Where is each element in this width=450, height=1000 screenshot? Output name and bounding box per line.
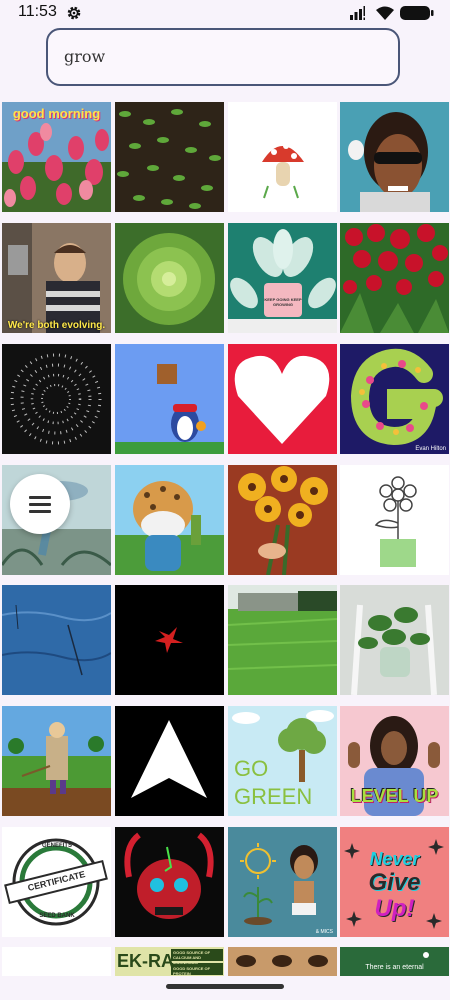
status-time: 11:53 — [18, 3, 57, 20]
result-tile-ekra[interactable]: EK-RA GOOD SOURCE OF CALCIUM AND MAGNESI… — [115, 947, 224, 976]
tile-caption-evolving: We're both evolving. — [7, 320, 106, 331]
result-tile-leopard-hat-character[interactable] — [115, 465, 224, 575]
result-tile-arrow-up[interactable] — [115, 706, 224, 816]
result-tile-mushroom[interactable] — [228, 102, 337, 212]
search-input[interactable]: grow — [46, 28, 400, 86]
tile-caption-eternal: There is an eternal — [365, 964, 424, 971]
result-tile-farmer-game[interactable] — [2, 706, 111, 816]
result-tile-go-green[interactable]: GO GREEN — [228, 706, 337, 816]
search-bar: grow — [0, 26, 450, 101]
result-tile-evolving[interactable]: We're both evolving. — [2, 223, 111, 333]
tile-caption-watermark: & MICS — [315, 929, 333, 935]
home-indicator[interactable] — [166, 984, 284, 989]
tile-caption-calcium: GOOD SOURCE OF CALCIUM AND MAGNESIUM — [173, 950, 211, 965]
result-tile-eyes[interactable] — [228, 947, 337, 976]
battery-icon — [400, 6, 434, 20]
result-tile-neon-skull[interactable] — [115, 827, 224, 937]
tile-caption-seed-bank: SEED BANK — [39, 913, 75, 919]
result-tile-eternal[interactable]: There is an eternal — [340, 947, 449, 976]
tile-caption-protein: GOOD SOURCE OF PROTEIN — [173, 966, 211, 976]
gear-icon — [67, 6, 81, 20]
result-tile-flower-pot-drawing[interactable] — [340, 465, 449, 575]
tile-caption-green: GREEN — [234, 784, 313, 809]
signal-icon — [350, 6, 365, 20]
tile-caption-level-up: LEVEL UP — [350, 786, 439, 806]
result-tile-partial-1[interactable] — [2, 947, 111, 976]
menu-button[interactable] — [10, 474, 70, 534]
hamburger-menu-icon — [29, 496, 51, 499]
status-bar: 11:53 — [0, 0, 450, 26]
tile-caption-evan-hilton: Evan Hilton — [415, 446, 446, 452]
result-tile-red-flowers[interactable] — [340, 223, 449, 333]
result-tile-yellow-flowers[interactable] — [228, 465, 337, 575]
search-input-value: grow — [64, 47, 106, 66]
tile-caption-up: Up! — [374, 895, 415, 922]
result-tile-child-sprout[interactable]: & MICS — [228, 827, 337, 937]
tile-caption-good-morning: good morning — [12, 106, 101, 121]
system-icons — [350, 6, 434, 20]
result-tile-heart[interactable] — [228, 344, 337, 454]
tile-caption-keep-going: KEEP GOING KEEP GROWING — [264, 297, 302, 307]
result-tile-dot-spiral[interactable] — [2, 344, 111, 454]
result-tile-pixel-penguin[interactable] — [115, 344, 224, 454]
result-tile-seed-certificate[interactable]: GENEFITS CERTIFICATE SEED BANK — [2, 827, 111, 937]
result-tile-sunglasses-man[interactable] — [340, 102, 449, 212]
results-grid: good morning We're both evolving. KEEP G… — [0, 101, 450, 976]
tile-caption-never: Never — [369, 849, 420, 869]
result-tile-tulips[interactable]: good morning — [2, 102, 111, 212]
result-tile-grass-field[interactable] — [228, 585, 337, 695]
tile-caption-give: Give — [368, 869, 421, 896]
result-tile-water[interactable] — [2, 585, 111, 695]
result-tile-keep-growing-plant[interactable]: KEEP GOING KEEP GROWING — [228, 223, 337, 333]
result-tile-level-up[interactable]: LEVEL UP — [340, 706, 449, 816]
wifi-icon — [376, 6, 394, 20]
result-tile-flower-g[interactable]: Evan Hilton — [340, 344, 449, 454]
result-tile-lettuce[interactable] — [115, 223, 224, 333]
tile-caption-go: GO — [234, 756, 269, 781]
result-tile-seedlings[interactable] — [115, 102, 224, 212]
tile-caption-ekra: EK-RA — [117, 951, 174, 971]
result-tile-jar-plant[interactable] — [340, 585, 449, 695]
tile-caption-cert-top: GENEFITS — [41, 843, 72, 849]
result-tile-never-give-up[interactable]: Never Give Up! — [340, 827, 449, 937]
result-tile-red-splash[interactable] — [115, 585, 224, 695]
